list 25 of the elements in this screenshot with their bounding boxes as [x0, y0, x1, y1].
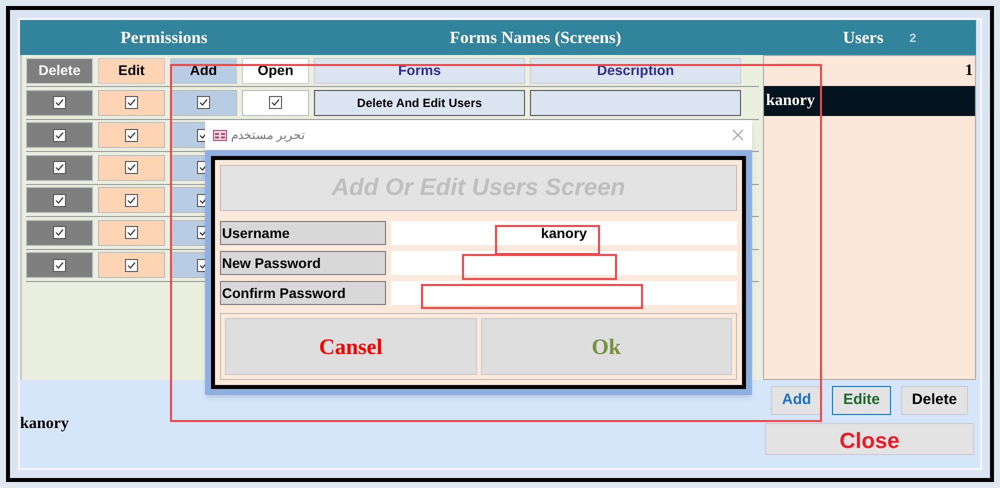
column-header: Open	[242, 58, 309, 84]
close-button[interactable]: Close	[765, 423, 974, 455]
ok-button[interactable]: Ok	[480, 318, 732, 375]
field-label: Confirm Password	[220, 281, 386, 305]
input-field[interactable]: kanory	[391, 221, 737, 245]
field-label: Username	[220, 221, 386, 245]
record-number: 1	[964, 61, 974, 81]
user-action-button[interactable]: Edite	[832, 386, 891, 415]
users-title: Users	[842, 26, 884, 49]
users-count: 2	[909, 30, 916, 46]
section-title: Permissions	[120, 26, 208, 49]
current-user: kanory	[20, 414, 69, 434]
user-item[interactable]: kanory	[764, 86, 975, 116]
column-header: Forms	[314, 58, 525, 84]
field-label: New Password	[220, 251, 386, 275]
cancel-button[interactable]: Cansel	[225, 318, 476, 375]
dialog-title: تحرير مستخدم	[231, 127, 304, 144]
column-header: Description	[530, 58, 741, 84]
column-header: Add	[170, 58, 237, 84]
table-cell: Delete And Edit Users	[314, 90, 525, 116]
column-header: Edit	[98, 58, 165, 84]
user-action-button[interactable]: Add	[771, 386, 822, 415]
column-header: Delete	[26, 58, 93, 84]
user-action-button[interactable]: Delete	[900, 386, 968, 415]
section-title: Forms Names (Screens)	[448, 26, 622, 49]
